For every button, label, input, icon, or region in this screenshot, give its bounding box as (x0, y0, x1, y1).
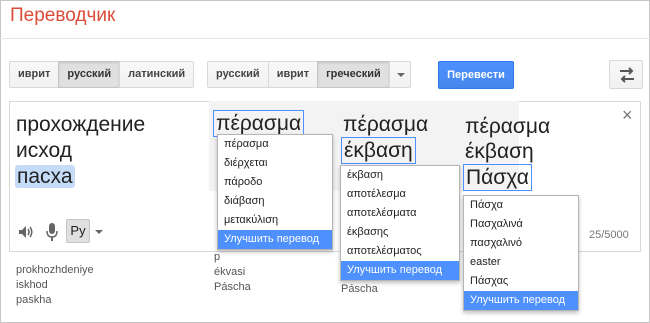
source-text[interactable]: прохождение исход пасха (15, 112, 146, 190)
source-transliteration: prokhozhdeniye iskhod paskha (16, 263, 94, 308)
alternative-item[interactable]: πέρασμα (218, 135, 332, 154)
translit-source-3: paskha (16, 294, 52, 306)
translation-column-3: πέρασμα έκβαση Πάσχα (463, 114, 552, 191)
source-lang-latin[interactable]: латинский (119, 61, 195, 88)
close-icon[interactable]: × (622, 106, 633, 124)
alternative-item[interactable]: διάβαση (218, 192, 332, 211)
alternative-item[interactable]: αποτέλεσμα (341, 185, 459, 204)
target-language-group: русский иврит греческий (207, 61, 411, 88)
translation-column-1: πέρασμα (213, 110, 305, 137)
translit-source-1: prokhozhdeniye (16, 264, 94, 276)
character-counter: 25/5000 (589, 229, 629, 241)
translation-word[interactable]: πέρασμα (463, 114, 552, 139)
translation-column-2: πέρασμα έκβαση (341, 112, 430, 164)
translation-word-selected[interactable]: έκβαση (341, 137, 416, 164)
improve-translation-button[interactable]: Улучшить перевод (218, 230, 332, 249)
chevron-down-icon[interactable] (95, 230, 103, 234)
translit-col1-3: Páscha (214, 281, 251, 293)
target-lang-greek[interactable]: греческий (317, 61, 390, 88)
alternative-item[interactable]: πάροδο (218, 173, 332, 192)
header-divider (0, 38, 650, 39)
source-line-2: исход (16, 139, 72, 162)
translit-source-2: iskhod (16, 279, 48, 291)
alternatives-dropdown-1: πέρασμα διέρχεται πάροδο διάβαση μετακύλ… (217, 134, 333, 250)
source-line-1: прохождение (16, 113, 146, 136)
source-line-3-highlighted: пасха (15, 165, 75, 188)
chevron-down-icon (396, 73, 405, 77)
speaker-icon[interactable] (18, 225, 34, 239)
alternative-item[interactable]: έκβασης (341, 223, 459, 242)
column-2-transliteration: Páscha (341, 282, 378, 297)
translate-button[interactable]: Перевести (438, 61, 514, 89)
alternative-item[interactable]: διέρχεται (218, 154, 332, 173)
microphone-icon[interactable] (45, 222, 59, 242)
column-1-transliteration: p ékvasi Páscha (214, 250, 251, 295)
translit-col1-2: ékvasi (214, 266, 246, 278)
translit-col2-1: Páscha (341, 283, 378, 295)
target-lang-russian[interactable]: русский (207, 61, 269, 88)
translation-word-selected[interactable]: πέρασμα (213, 110, 305, 137)
alternative-item[interactable]: πασχαλινό (464, 234, 578, 253)
alternatives-dropdown-2: έκβαση αποτέλεσμα αποτελέσματα έκβασης α… (340, 165, 460, 281)
swap-languages-button[interactable] (609, 60, 643, 89)
alternative-item[interactable]: Πάσχας (464, 272, 578, 291)
improve-translation-button[interactable]: Улучшить перевод (341, 261, 459, 280)
translation-word[interactable]: έκβαση (463, 139, 552, 164)
alternative-item[interactable]: αποτελέσματα (341, 204, 459, 223)
swap-languages-icon (620, 67, 634, 83)
alternative-item[interactable]: έκβαση (341, 166, 459, 185)
alternatives-dropdown-3: Πάσχα Πασχαλινά πασχαλινό easter Πάσχας … (463, 195, 579, 311)
input-tools-button[interactable]: Ру (66, 219, 90, 243)
alternative-item[interactable]: Πασχαλινά (464, 215, 578, 234)
alternative-item[interactable]: Πάσχα (464, 196, 578, 215)
source-lang-hebrew[interactable]: иврит (9, 61, 60, 88)
translation-word[interactable]: πέρασμα (341, 112, 430, 137)
source-language-group: иврит русский латинский (9, 61, 195, 88)
alternative-item[interactable]: αποτελέσματος (341, 242, 459, 261)
translation-word-selected[interactable]: Πάσχα (463, 164, 532, 191)
target-lang-hebrew[interactable]: иврит (267, 61, 319, 88)
alternative-item[interactable]: easter (464, 253, 578, 272)
source-lang-russian[interactable]: русский (58, 61, 121, 88)
target-lang-dropdown[interactable] (388, 61, 411, 88)
app-title: Переводчик (10, 5, 116, 26)
improve-translation-button[interactable]: Улучшить перевод (464, 291, 578, 310)
translit-col1-1: p (214, 251, 221, 263)
alternative-item[interactable]: μετακύλιση (218, 211, 332, 230)
